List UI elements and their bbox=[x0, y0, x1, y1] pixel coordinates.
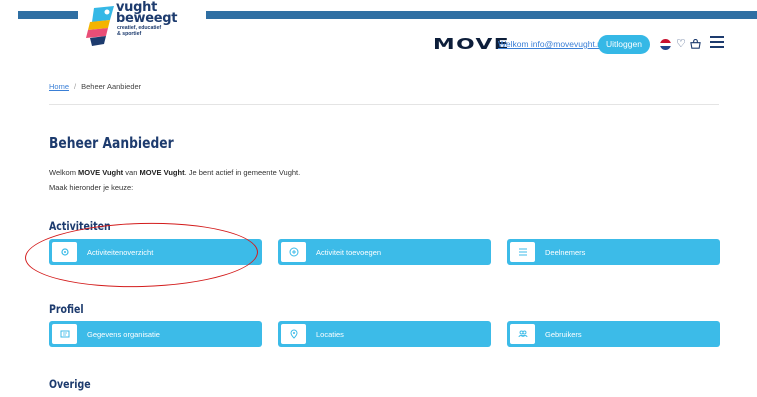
breadcrumb-separator: / bbox=[74, 82, 77, 91]
intro-choice-text: Maak hieronder je keuze: bbox=[49, 183, 134, 192]
vught-beweegt-logo[interactable]: vught beweegt creatief, educatief & spor… bbox=[86, 1, 186, 54]
tile-label: Locaties bbox=[316, 330, 344, 339]
tile-label: Deelnemers bbox=[545, 248, 586, 257]
intro-prefix: Welkom bbox=[49, 168, 79, 177]
tile-deelnemers[interactable]: Deelnemers bbox=[507, 239, 720, 265]
location-pin-icon bbox=[281, 324, 306, 344]
intro-mid: van bbox=[123, 168, 140, 177]
logo-title: vught beweegt bbox=[116, 1, 178, 26]
heart-icon[interactable]: ♡ bbox=[676, 38, 686, 51]
breadcrumb: Home / Beheer Aanbieder bbox=[49, 82, 141, 91]
page-title: Beheer Aanbieder bbox=[49, 134, 174, 152]
tile-gegevens-organisatie[interactable]: Gegevens organisatie bbox=[49, 321, 262, 347]
section-title-profiel: Profiel bbox=[49, 302, 84, 316]
logo-mark-icon bbox=[86, 6, 114, 46]
logo-title-line2: beweegt bbox=[116, 11, 178, 26]
top-bar-left bbox=[18, 11, 78, 19]
logout-button[interactable]: Uitloggen bbox=[598, 35, 650, 54]
tile-gebruikers[interactable]: Gebruikers bbox=[507, 321, 720, 347]
welcome-account-link[interactable]: Welkom info@movevught.nl bbox=[498, 39, 604, 49]
tile-label: Gebruikers bbox=[545, 330, 582, 339]
tile-label: Gegevens organisatie bbox=[87, 330, 160, 339]
tile-locaties[interactable]: Locaties bbox=[278, 321, 491, 347]
tile-activiteit-toevoegen[interactable]: Activiteit toevoegen bbox=[278, 239, 491, 265]
cart-icon[interactable] bbox=[690, 39, 701, 50]
tile-label: Activiteit toevoegen bbox=[316, 248, 382, 257]
nl-flag-icon[interactable] bbox=[660, 39, 671, 50]
logo-tagline: creatief, educatief & sportief bbox=[117, 25, 161, 37]
intro-org: MOVE Vught bbox=[78, 168, 124, 177]
top-bar-right bbox=[206, 11, 757, 19]
breadcrumb-current: Beheer Aanbieder bbox=[81, 82, 142, 91]
intro-text: Welkom MOVE Vught van MOVE Vught. Je ben… bbox=[49, 168, 300, 177]
divider bbox=[49, 104, 719, 105]
users-icon bbox=[510, 324, 535, 344]
section-title-overige: Overige bbox=[49, 377, 91, 391]
intro-org-2: MOVE Vught bbox=[139, 168, 185, 177]
logo-tagline-line2: & sportief bbox=[117, 30, 142, 37]
breadcrumb-home-link[interactable]: Home bbox=[49, 82, 69, 91]
menu-icon[interactable] bbox=[710, 36, 724, 50]
list-icon bbox=[510, 242, 535, 262]
intro-suffix: . Je bent actief in gemeente Vught. bbox=[184, 168, 301, 177]
plus-circle-icon bbox=[281, 242, 306, 262]
id-card-icon bbox=[52, 324, 77, 344]
